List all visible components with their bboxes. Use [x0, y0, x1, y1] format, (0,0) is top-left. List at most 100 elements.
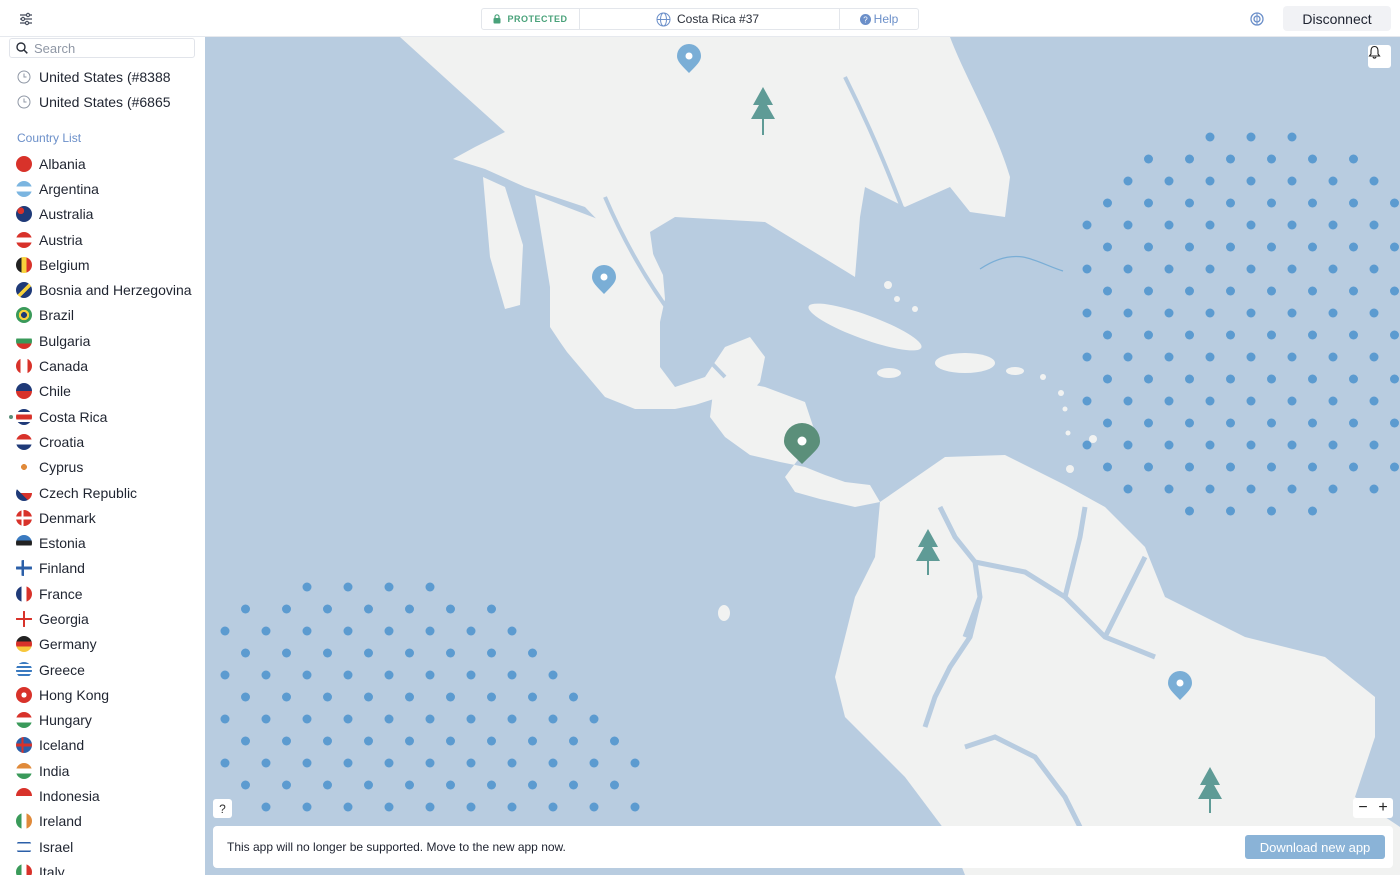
- wave-dot: [1287, 220, 1297, 230]
- country-item[interactable]: Bulgaria: [0, 328, 205, 353]
- country-list-heading: Country List: [17, 131, 82, 145]
- search-box[interactable]: [9, 38, 195, 58]
- deprecation-notice: This app will no longer be supported. Mo…: [213, 826, 1393, 868]
- connection-status-bar: PROTECTED Costa Rica #37 ? Help: [481, 8, 919, 30]
- wave-dot: [487, 604, 496, 614]
- quick-connect-icon[interactable]: [1247, 10, 1267, 28]
- notifications-button[interactable]: [1368, 45, 1391, 68]
- country-item[interactable]: Georgia: [0, 606, 205, 631]
- wave-dot: [364, 780, 373, 790]
- sliders-icon[interactable]: [16, 10, 36, 28]
- wave-dot: [1349, 242, 1358, 252]
- map-help-button[interactable]: ?: [213, 799, 232, 818]
- flag-albania-icon: [16, 155, 32, 172]
- country-item[interactable]: Brazil: [0, 303, 205, 328]
- wave-dot: [528, 648, 537, 658]
- wave-dot: [343, 802, 353, 812]
- wave-dot: [466, 758, 476, 768]
- wave-dot: [1390, 418, 1399, 428]
- wave-dot: [1390, 462, 1399, 472]
- country-name: Chile: [39, 383, 71, 400]
- wave-dot: [282, 780, 291, 790]
- wave-dot: [1287, 264, 1297, 274]
- country-item[interactable]: Chile: [0, 379, 205, 404]
- wave-dot: [487, 648, 496, 658]
- country-name: Germany: [39, 636, 97, 653]
- wave-dot: [1287, 176, 1297, 186]
- wave-dot: [1226, 286, 1235, 296]
- country-item[interactable]: Austria: [0, 227, 205, 252]
- country-item[interactable]: India: [0, 758, 205, 783]
- wave-dot: [1226, 506, 1235, 516]
- country-item[interactable]: Hungary: [0, 708, 205, 733]
- country-item[interactable]: Albania: [0, 151, 205, 176]
- wave-dot: [507, 802, 517, 812]
- flag-costa-rica-icon: [16, 408, 32, 425]
- wave-dot: [1267, 374, 1276, 384]
- country-name: Israel: [39, 838, 74, 855]
- recent-item[interactable]: United States (#8388: [0, 64, 205, 89]
- recent-item-label: United States (#6865: [39, 93, 171, 110]
- country-item[interactable]: Bosnia and Herzegovina: [0, 277, 205, 302]
- wave-dot: [1164, 396, 1174, 406]
- country-name: Argentina: [39, 180, 99, 197]
- wave-dot: [466, 670, 476, 680]
- recent-connections: United States (#8388 United States (#686…: [0, 64, 205, 114]
- wave-dot: [1390, 330, 1399, 340]
- country-item[interactable]: Indonesia: [0, 783, 205, 808]
- country-item[interactable]: Italy: [0, 859, 205, 875]
- country-name: Finland: [39, 560, 85, 577]
- wave-dot: [384, 582, 394, 592]
- wave-dot: [1226, 462, 1235, 472]
- wave-dot: [1185, 462, 1194, 472]
- country-item[interactable]: Estonia: [0, 530, 205, 555]
- country-item[interactable]: Costa Rica: [0, 404, 205, 429]
- zoom-out-button[interactable]: −: [1358, 799, 1367, 817]
- country-item[interactable]: France: [0, 581, 205, 606]
- country-item[interactable]: Finland: [0, 556, 205, 581]
- country-item[interactable]: Czech Republic: [0, 480, 205, 505]
- country-item[interactable]: Croatia: [0, 429, 205, 454]
- wave-dot: [1308, 418, 1317, 428]
- country-item[interactable]: Denmark: [0, 505, 205, 530]
- search-input[interactable]: [34, 40, 184, 56]
- flag-georgia-icon: [16, 610, 32, 627]
- country-item[interactable]: Ireland: [0, 809, 205, 834]
- country-item[interactable]: Canada: [0, 353, 205, 378]
- wave-dot: [1205, 440, 1215, 450]
- wave-dot: [1287, 132, 1297, 142]
- recent-item[interactable]: United States (#6865: [0, 89, 205, 114]
- country-item[interactable]: Argentina: [0, 176, 205, 201]
- wave-dot: [589, 802, 599, 812]
- country-item[interactable]: Greece: [0, 657, 205, 682]
- download-new-app-button[interactable]: Download new app: [1245, 835, 1385, 859]
- wave-dot: [1123, 176, 1133, 186]
- wave-dot: [323, 648, 332, 658]
- wave-dot: [220, 670, 230, 680]
- wave-dot: [1246, 352, 1256, 362]
- server-map[interactable]: ? − + This app will no longer be support…: [205, 37, 1400, 875]
- wave-dot: [302, 714, 312, 724]
- wave-dot: [1164, 264, 1174, 274]
- wave-dot: [323, 780, 332, 790]
- country-item[interactable]: Belgium: [0, 252, 205, 277]
- current-server[interactable]: Costa Rica #37: [580, 9, 840, 29]
- country-item[interactable]: Iceland: [0, 733, 205, 758]
- help-link[interactable]: ? Help: [840, 9, 918, 29]
- flag-denmark-icon: [16, 509, 32, 526]
- wave-dot: [1123, 308, 1133, 318]
- disconnect-button[interactable]: Disconnect: [1283, 6, 1391, 31]
- country-item[interactable]: Cyprus: [0, 455, 205, 480]
- country-item[interactable]: Germany: [0, 632, 205, 657]
- zoom-in-button[interactable]: +: [1378, 799, 1387, 817]
- flag-israel-icon: [16, 838, 32, 855]
- country-item[interactable]: Israel: [0, 834, 205, 859]
- wave-dot: [1369, 264, 1379, 274]
- wave-dot: [589, 714, 599, 724]
- country-item[interactable]: Australia: [0, 202, 205, 227]
- country-name: Bulgaria: [39, 332, 91, 349]
- wave-dot: [1226, 374, 1235, 384]
- country-item[interactable]: Hong Kong: [0, 682, 205, 707]
- country-name: Hungary: [39, 712, 92, 729]
- wave-dot: [241, 736, 250, 746]
